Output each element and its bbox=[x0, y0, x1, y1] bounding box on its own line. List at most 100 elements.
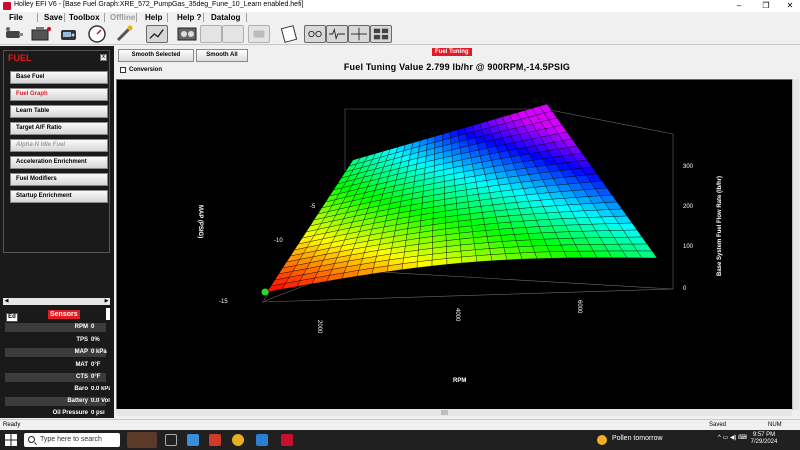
graph-horizontal-scrollbar[interactable] bbox=[116, 409, 792, 416]
smooth-all-button[interactable]: Smooth All bbox=[196, 49, 248, 62]
surface-cell[interactable] bbox=[532, 245, 550, 253]
menu-toolbox[interactable]: Toolbox bbox=[69, 13, 100, 22]
files-icon[interactable] bbox=[187, 434, 199, 446]
surface-cell[interactable] bbox=[519, 252, 538, 260]
surface-cell[interactable] bbox=[506, 208, 522, 217]
tape-icon[interactable] bbox=[304, 25, 326, 43]
surface-cell[interactable] bbox=[516, 239, 533, 247]
close-button[interactable]: ✕ bbox=[778, 0, 800, 12]
graph-scroll-thumb[interactable] bbox=[441, 410, 448, 415]
holley-efi-taskbar-icon[interactable] bbox=[281, 434, 293, 446]
surface-cell[interactable] bbox=[503, 246, 521, 254]
surface-cell[interactable] bbox=[502, 240, 519, 248]
surface-cell[interactable] bbox=[446, 256, 463, 265]
surface-cell[interactable] bbox=[505, 252, 523, 261]
menu-help[interactable]: Help bbox=[145, 13, 162, 22]
weather-text[interactable]: Pollen tomorrow bbox=[612, 435, 663, 442]
status-saved: Saved bbox=[709, 422, 727, 428]
surface-cell[interactable] bbox=[490, 253, 508, 261]
notepad-icon[interactable] bbox=[278, 25, 300, 43]
graph-vertical-scrollbar[interactable] bbox=[792, 79, 799, 410]
tools-icon[interactable] bbox=[114, 25, 136, 43]
surface-mesh[interactable] bbox=[266, 103, 658, 293]
nav-fuel-modifiers[interactable]: Fuel Modifiers bbox=[10, 173, 108, 186]
grid-view-icon[interactable] bbox=[370, 25, 392, 43]
surface-cell[interactable] bbox=[497, 221, 513, 230]
waveform-icon[interactable] bbox=[326, 25, 348, 43]
clock-time: 9:57 PM bbox=[752, 432, 776, 438]
handheld-icon[interactable] bbox=[58, 25, 80, 43]
connect-icon[interactable] bbox=[3, 25, 25, 43]
menu-bar: File Save Toolbox Offline Help Help ? Da… bbox=[0, 12, 800, 23]
surface-cell[interactable] bbox=[529, 239, 548, 247]
status-bar: Ready Saved NUM bbox=[0, 419, 800, 430]
surface-cell[interactable] bbox=[508, 214, 524, 223]
scroll-right-arrow-icon[interactable]: ▶ bbox=[103, 298, 110, 305]
monitor-icon[interactable] bbox=[248, 25, 270, 43]
sensor-row-tps: TPS 0% bbox=[3, 335, 110, 346]
fuel-surface-graph[interactable]: MAP (PSIG) -5 -10 -15 2000 4000 6000 RPM… bbox=[116, 79, 794, 410]
nav-learn-table[interactable]: Learn Table bbox=[10, 105, 108, 118]
surface-cell[interactable] bbox=[517, 245, 535, 254]
flow-tick: 0 bbox=[683, 286, 687, 292]
dashboard-icon[interactable] bbox=[176, 25, 198, 43]
sensor-row-oil-pressure: Oil Pressure 0 psi bbox=[3, 408, 110, 419]
surface-cell[interactable] bbox=[549, 251, 568, 259]
sensors-edit-tab[interactable]: Ed bbox=[6, 313, 18, 322]
sensor-value: 0 psi bbox=[91, 410, 105, 416]
surface-cell[interactable] bbox=[488, 241, 505, 249]
surface-cell[interactable] bbox=[489, 247, 506, 255]
maximize-button[interactable]: ❐ bbox=[754, 0, 778, 12]
nav-target-af-ratio[interactable]: Target A/F Ratio bbox=[10, 122, 108, 135]
sensor-value: 0% bbox=[91, 337, 100, 343]
surface-cell[interactable] bbox=[514, 233, 531, 241]
edge-icon[interactable] bbox=[256, 434, 268, 446]
surface-cell[interactable] bbox=[527, 232, 545, 241]
surface-cell[interactable] bbox=[461, 255, 478, 264]
widgets-icon[interactable] bbox=[127, 432, 157, 448]
gauge-icon[interactable] bbox=[86, 25, 108, 43]
graph-tool-icon[interactable] bbox=[146, 25, 168, 43]
surface-cell[interactable] bbox=[495, 215, 511, 224]
minimize-button[interactable]: – bbox=[727, 0, 751, 12]
nav-fuel-graph[interactable]: Fuel Graph bbox=[10, 88, 108, 101]
flow-tick: 300 bbox=[683, 164, 694, 170]
alt-view-icon[interactable] bbox=[222, 25, 244, 43]
taskbar-search-input[interactable]: Type here to search bbox=[24, 433, 120, 447]
task-view-icon[interactable] bbox=[165, 434, 177, 446]
nav-startup-enrichment[interactable]: Startup Enrichment bbox=[10, 190, 108, 203]
flow-axis-label: Base System Fuel Flow Rate (lb/hr) bbox=[717, 176, 723, 276]
surface-cell[interactable] bbox=[498, 228, 515, 236]
surface-cell[interactable] bbox=[512, 227, 529, 235]
left-panel-scrollbar[interactable]: ◀ ▶ bbox=[3, 298, 110, 305]
surface-cell[interactable] bbox=[534, 251, 553, 259]
scroll-left-arrow-icon[interactable]: ◀ bbox=[3, 298, 10, 305]
ecu-icon[interactable] bbox=[30, 25, 52, 43]
table-view-icon[interactable] bbox=[200, 25, 222, 43]
chrome-icon[interactable] bbox=[232, 434, 244, 446]
surface-plot[interactable]: MAP (PSIG) -5 -10 -15 2000 4000 6000 RPM… bbox=[117, 80, 795, 411]
sensor-label: Baro bbox=[74, 386, 88, 392]
fuel-panel-collapse-button[interactable]: x bbox=[100, 54, 107, 61]
menu-save[interactable]: Save bbox=[44, 13, 63, 22]
system-tray[interactable]: ^ ▭ ◀) ⌨ bbox=[718, 434, 747, 441]
taskbar: Type here to search Pollen tomorrow ^ ▭ … bbox=[0, 430, 800, 450]
status-num: NUM bbox=[768, 422, 782, 428]
mail-icon[interactable] bbox=[209, 434, 221, 446]
smooth-selected-button[interactable]: Smooth Selected bbox=[118, 49, 194, 62]
surface-cell[interactable] bbox=[510, 220, 526, 229]
menu-help-question[interactable]: Help ? bbox=[177, 13, 201, 22]
surface-cell[interactable] bbox=[525, 226, 542, 234]
split-view-icon[interactable] bbox=[348, 25, 370, 43]
taskbar-clock[interactable]: 9:57 PM 7/29/2024 bbox=[750, 432, 778, 446]
nav-base-fuel[interactable]: Base Fuel bbox=[10, 71, 108, 84]
surface-cell[interactable] bbox=[500, 234, 517, 242]
windows-start-icon[interactable] bbox=[5, 434, 17, 446]
surface-cell[interactable] bbox=[475, 254, 493, 262]
sensor-row-baro: Baro 0.0 kPa bbox=[3, 384, 110, 395]
nav-acceleration-enrichment[interactable]: Acceleration Enrichment bbox=[10, 156, 108, 169]
menu-datalog[interactable]: Datalog bbox=[211, 13, 240, 22]
rpm-tick: 6000 bbox=[576, 300, 582, 314]
menu-file[interactable]: File bbox=[9, 13, 23, 22]
selected-point-marker[interactable] bbox=[261, 288, 269, 296]
